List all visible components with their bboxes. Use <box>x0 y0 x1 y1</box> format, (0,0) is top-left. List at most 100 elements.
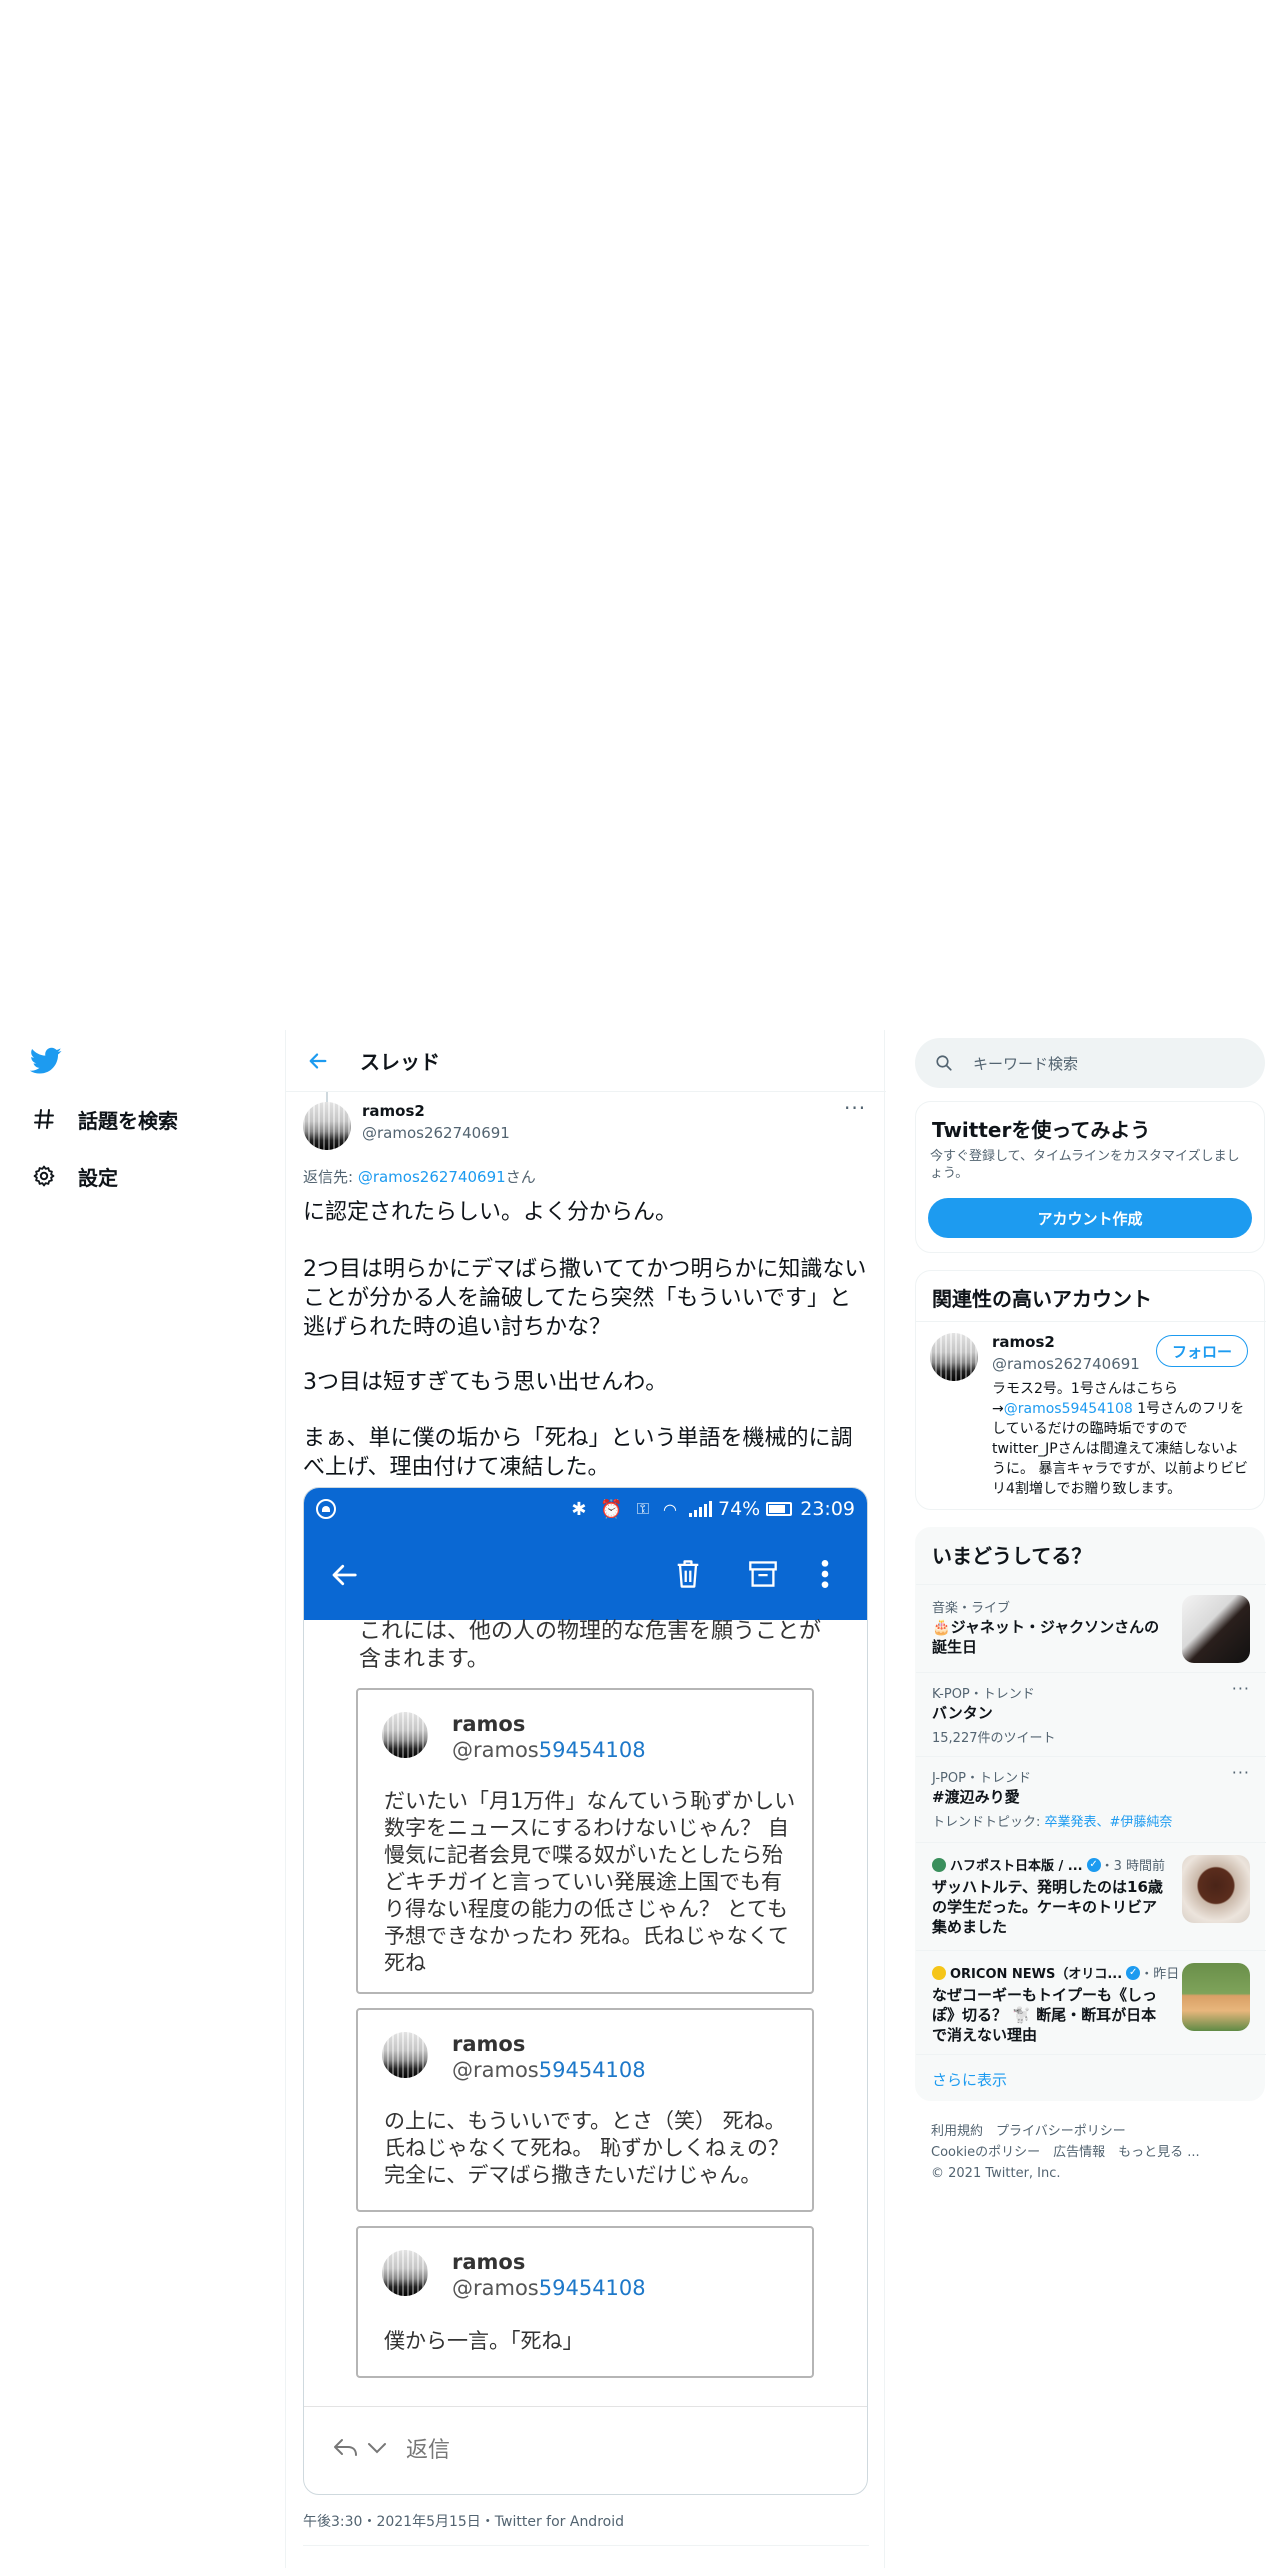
tweet-paragraph-3: 3つ目は短すぎてもう思い出せんわ。 <box>303 1370 668 1395</box>
more-options-icon[interactable]: ··· <box>1232 1679 1250 1698</box>
card-handle-prefix: @ramos <box>452 2276 539 2300</box>
bio-mention-link[interactable]: @ramos59454108 <box>1004 1401 1133 1417</box>
app-notification-icon <box>316 1499 336 1519</box>
app-reply-label: 返信 <box>406 2438 451 2463</box>
bluetooth-icon: ✱ <box>571 1498 587 1520</box>
news-thumbnail <box>1182 1855 1250 1923</box>
news-time: ・3 時間前 <box>1100 1859 1166 1874</box>
trend-topics-prefix: トレンドトピック: <box>932 1815 1045 1830</box>
related-name[interactable]: ramos2 <box>992 1333 1055 1351</box>
news-source-row: ORICON NEWS（オリコ... ✓ ・昨日 <box>932 1963 1179 1982</box>
trends-panel: いまどうしてる？ 音楽・ライブ 🎂ジャネット・ジャクソンさんの誕生日 K-POP… <box>915 1527 1266 2102</box>
more-options-icon[interactable]: ··· <box>844 1096 866 1120</box>
card-body: 僕から一言。「死ね」 <box>384 2329 584 2353</box>
trend-tweet-count: 15,227件のツイート <box>932 1731 1056 1746</box>
card-handle-suffix: 59454108 <box>538 2058 646 2082</box>
trend-item[interactable]: K-POP・トレンド バンタン 15,227件のツイート ··· <box>916 1672 1266 1756</box>
card-body: だいたい「月1万件」なんていう恥ずかしい数字をニュースにするわけないじゃん？ 自… <box>384 1789 796 1975</box>
overflow-menu-icon <box>820 1558 830 1594</box>
more-options-icon[interactable]: ··· <box>1232 1763 1250 1782</box>
trend-name: #渡辺みり愛 <box>932 1788 1020 1806</box>
trend-category: J-POP・トレンド <box>932 1771 1031 1786</box>
news-time: ・昨日 <box>1140 1967 1180 1982</box>
signal-icon <box>689 1501 712 1517</box>
trends-title: いまどうしてる？ <box>932 1544 1092 1568</box>
gear-icon <box>30 1162 58 1190</box>
verified-badge-icon: ✓ <box>1126 1965 1141 1980</box>
card-handle: @ramos59454108 <box>452 1738 646 1762</box>
related-title: 関連性の高いアカウント <box>932 1287 1152 1311</box>
footer-line-1[interactable]: 利用規約 プライバシーポリシー <box>931 2121 1261 2142</box>
vpn-key-icon: ⚿ <box>636 1499 650 1518</box>
phone-status-bar: ✱ ⏰ ⚿ ◠ 74% 23:09 <box>304 1488 867 1530</box>
reply-prefix: 返信先: <box>303 1168 358 1186</box>
signup-panel: Twitterを使ってみよう 今すぐ登録して、タイムラインをカスタマイズしましょ… <box>915 1101 1265 1253</box>
attached-screenshot[interactable]: ✱ ⏰ ⚿ ◠ 74% 23:09 これには、他の人の物理的な危害を願うことが含… <box>303 1487 868 2495</box>
search-input[interactable]: キーワード検索 <box>973 1053 1078 1074</box>
show-more-link[interactable]: さらに表示 <box>932 2069 1007 2090</box>
nav-explore-label: 話題を検索 <box>78 1108 178 1133</box>
reply-handle-link[interactable]: @ramos262740691 <box>358 1168 506 1186</box>
news-item[interactable]: ORICON NEWS（オリコ... ✓ ・昨日 なぜコーギーもトイプーも《しっ… <box>916 1950 1266 2054</box>
hashtag-icon <box>30 1105 58 1133</box>
divider <box>303 2545 869 2546</box>
author-avatar[interactable] <box>303 1102 351 1150</box>
news-source: ORICON NEWS（オリコ... <box>950 1967 1123 1982</box>
trend-name: 🎂ジャネット・ジャクソンさんの誕生日 <box>932 1618 1160 1656</box>
trend-category: K-POP・トレンド <box>932 1687 1035 1702</box>
alarm-icon: ⏰ <box>600 1498 623 1520</box>
reply-suffix: さん <box>505 1168 536 1186</box>
trend-topics: トレンドトピック: 卒業発表、#伊藤純奈 <box>932 1811 1172 1830</box>
show-more-row[interactable]: さらに表示 <box>916 2054 1266 2102</box>
author-handle[interactable]: @ramos262740691 <box>362 1124 510 1142</box>
related-handle[interactable]: @ramos262740691 <box>992 1355 1140 1373</box>
nav-settings[interactable]: 設定 <box>30 1156 118 1196</box>
reply-to: 返信先: @ramos262740691さん <box>303 1166 536 1187</box>
divider <box>916 1321 1266 1322</box>
card-handle-suffix: 59454108 <box>538 2276 646 2300</box>
trend-item[interactable]: J-POP・トレンド #渡辺みり愛 トレンドトピック: 卒業発表、#伊藤純奈 ·… <box>916 1756 1266 1842</box>
reported-tweet-card: ramos @ramos59454108 だいたい「月1万件」なんていう恥ずかし… <box>356 1688 814 1994</box>
news-source: ハフポスト日本版 / ... <box>950 1859 1083 1874</box>
app-toolbar <box>304 1530 867 1620</box>
trend-item[interactable]: 音楽・ライブ 🎂ジャネット・ジャクソンさんの誕生日 <box>916 1584 1266 1672</box>
battery-icon <box>766 1502 793 1516</box>
twitter-logo-icon[interactable] <box>29 1047 62 1075</box>
divider <box>304 2406 867 2407</box>
follow-button[interactable]: フォロー <box>1156 1335 1248 1367</box>
phone-time: 23:09 <box>800 1498 855 1520</box>
tweet-timestamp[interactable]: 午後3:30・2021年5月15日・Twitter for Android <box>303 2511 624 2531</box>
signup-title: Twitterを使ってみよう <box>932 1118 1151 1142</box>
trash-icon <box>674 1558 702 1594</box>
signup-desc: 今すぐ登録して、タイムラインをカスタマイズしましょう。 <box>930 1149 1240 1181</box>
archive-icon <box>748 1560 778 1592</box>
news-item[interactable]: ハフポスト日本版 / ... ✓ ・3 時間前 ザッハトルテ、発明したのは16歳… <box>916 1842 1266 1950</box>
wifi-icon: ◠ <box>663 1499 677 1519</box>
create-account-button[interactable]: アカウント作成 <box>928 1198 1252 1238</box>
back-arrow-icon[interactable] <box>298 1041 338 1081</box>
related-avatar[interactable] <box>930 1333 978 1381</box>
card-handle-suffix: 59454108 <box>538 1738 646 1762</box>
tweet-paragraph-1: に認定されたらしい。よく分からん。 <box>303 1200 678 1225</box>
card-name: ramos <box>452 2032 526 2056</box>
trend-topic-links[interactable]: 卒業発表、#伊藤純奈 <box>1045 1815 1173 1830</box>
card-handle-prefix: @ramos <box>452 1738 539 1762</box>
search-icon <box>936 1055 952 1071</box>
footer-line-2[interactable]: Cookieのポリシー 広告情報 もっと見る ... <box>931 2142 1261 2163</box>
card-handle-prefix: @ramos <box>452 2058 539 2082</box>
tweet-paragraph-2: 2つ目は明らかにデマばら撒いててかつ明らかに知識ないことが分かる人を論破してたら… <box>303 1257 867 1340</box>
nav-explore[interactable]: 話題を検索 <box>30 1099 178 1139</box>
related-bio: ラモス2号。1号さんはこちら→@ramos59454108 1号さんのフリをして… <box>992 1379 1250 1499</box>
source-logo-icon <box>932 1965 946 1980</box>
news-source-row: ハフポスト日本版 / ... ✓ ・3 時間前 <box>932 1855 1165 1874</box>
trend-thumbnail <box>1182 1595 1250 1663</box>
author-name[interactable]: ramos2 <box>362 1102 425 1120</box>
app-back-arrow-icon <box>328 1560 360 1594</box>
reply-arrow-icon <box>334 2439 357 2456</box>
card-avatar <box>382 1712 428 1758</box>
search-box[interactable]: キーワード検索 <box>915 1038 1265 1088</box>
news-headline: ザッハトルテ、発明したのは16歳の学生だった。ケーキのトリビア集めました <box>932 1878 1163 1936</box>
footer-links: 利用規約 プライバシーポリシー Cookieのポリシー 広告情報 もっと見る .… <box>931 2121 1261 2184</box>
verified-badge-icon: ✓ <box>1086 1857 1101 1872</box>
reported-tweet-card: ramos @ramos59454108 僕から一言。「死ね」 <box>356 2226 814 2378</box>
